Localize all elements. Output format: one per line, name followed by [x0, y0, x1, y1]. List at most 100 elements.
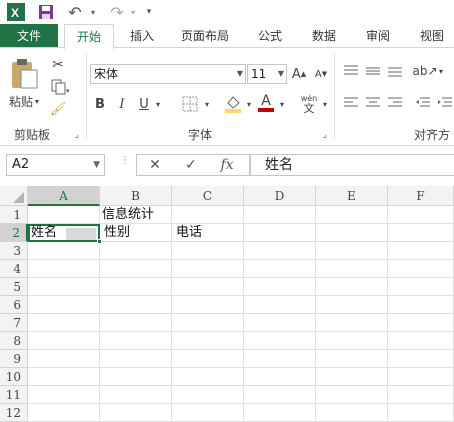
grid-cell[interactable]: [244, 332, 316, 350]
fill-color-dropdown-icon[interactable]: ▾: [244, 94, 254, 114]
align-bottom-icon[interactable]: [386, 62, 404, 80]
name-box[interactable]: A2 ▼: [6, 154, 105, 176]
copy-icon[interactable]: ▾: [48, 78, 72, 96]
underline-button[interactable]: U: [136, 94, 152, 114]
font-color-dropdown-icon[interactable]: ▾: [277, 94, 287, 114]
cell-c2[interactable]: 电话: [174, 224, 244, 242]
grid-cell[interactable]: [172, 332, 244, 350]
align-top-icon[interactable]: [342, 62, 360, 80]
grid-cell[interactable]: [244, 368, 316, 386]
grid-cell[interactable]: [28, 386, 100, 404]
cell-b1[interactable]: 信息统计: [100, 206, 172, 224]
tab-review[interactable]: 审阅: [356, 24, 400, 48]
tab-view[interactable]: 视图: [410, 24, 454, 48]
column-header-b[interactable]: B: [100, 186, 172, 206]
grid-cell[interactable]: [28, 278, 100, 296]
row-header-4[interactable]: 4: [0, 260, 28, 278]
phonetic-button[interactable]: wén 文: [298, 92, 320, 116]
grid-cell[interactable]: [28, 296, 100, 314]
grid-cell[interactable]: [172, 242, 244, 260]
italic-button[interactable]: I: [114, 94, 130, 114]
grid-cell[interactable]: [244, 224, 316, 242]
redo-dropdown-icon[interactable]: ▾: [128, 2, 138, 22]
grid-cell[interactable]: [28, 260, 100, 278]
grid-cell[interactable]: [28, 206, 100, 224]
increase-indent-icon[interactable]: [436, 94, 454, 112]
grid-cell[interactable]: [388, 278, 454, 296]
font-size-combo[interactable]: 11 ▼: [247, 64, 287, 84]
grid-cell[interactable]: [172, 386, 244, 404]
row-header-11[interactable]: 11: [0, 386, 28, 404]
grid-cell[interactable]: [244, 350, 316, 368]
grid-cell[interactable]: [100, 242, 172, 260]
grid-cell[interactable]: [244, 404, 316, 422]
grid-cell[interactable]: [388, 224, 454, 242]
grid-cell[interactable]: [244, 260, 316, 278]
grid-cell[interactable]: [172, 260, 244, 278]
font-launcher-icon[interactable]: ⌟: [320, 128, 330, 140]
row-header-7[interactable]: 7: [0, 314, 28, 332]
grid-cell[interactable]: [244, 242, 316, 260]
paste-button[interactable]: 粘贴 ▾: [4, 92, 44, 110]
grid-cell[interactable]: [28, 332, 100, 350]
grid-cell[interactable]: [316, 332, 388, 350]
splitter-icon[interactable]: ⋮: [120, 156, 130, 172]
tab-home[interactable]: 开始: [64, 24, 114, 49]
grid-cell[interactable]: [316, 242, 388, 260]
tab-file[interactable]: 文件: [0, 24, 58, 48]
insert-function-icon[interactable]: fx: [212, 154, 242, 176]
clipboard-icon[interactable]: [6, 56, 42, 92]
grid-cell[interactable]: [172, 278, 244, 296]
grid-cell[interactable]: [172, 314, 244, 332]
column-header-d[interactable]: D: [244, 186, 316, 206]
tab-formulas[interactable]: 公式: [248, 24, 292, 48]
grid-cell[interactable]: [388, 332, 454, 350]
row-header-3[interactable]: 3: [0, 242, 28, 260]
bold-button[interactable]: B: [92, 94, 108, 114]
row-header-8[interactable]: 8: [0, 332, 28, 350]
cancel-icon[interactable]: ✕: [140, 154, 170, 176]
shrink-font-button[interactable]: A ▼: [312, 64, 330, 84]
border-icon[interactable]: [178, 94, 202, 114]
grid-cell[interactable]: [316, 314, 388, 332]
align-left-icon[interactable]: [342, 94, 360, 112]
format-painter-icon[interactable]: 🖌: [48, 100, 68, 118]
grid-cell[interactable]: [316, 296, 388, 314]
grow-font-button[interactable]: A ▲: [290, 64, 308, 84]
tab-data[interactable]: 数据: [302, 24, 346, 48]
align-right-icon[interactable]: [386, 94, 404, 112]
save-icon[interactable]: [36, 2, 56, 22]
formula-input[interactable]: 姓名: [250, 154, 454, 176]
cut-icon[interactable]: ✂: [48, 56, 68, 74]
grid-cell[interactable]: [172, 404, 244, 422]
grid-cell[interactable]: [100, 314, 172, 332]
grid-cell[interactable]: [388, 242, 454, 260]
column-header-a[interactable]: A: [28, 186, 100, 206]
grid-cell[interactable]: [316, 278, 388, 296]
row-header-5[interactable]: 5: [0, 278, 28, 296]
grid-cell[interactable]: [100, 386, 172, 404]
grid-cell[interactable]: [388, 314, 454, 332]
grid-cell[interactable]: [316, 386, 388, 404]
row-header-10[interactable]: 10: [0, 368, 28, 386]
grid-cell[interactable]: [172, 206, 244, 224]
grid-cell[interactable]: [244, 278, 316, 296]
tab-insert[interactable]: 插入: [120, 24, 164, 48]
grid-cell[interactable]: [100, 350, 172, 368]
grid-cell[interactable]: [244, 296, 316, 314]
grid-cell[interactable]: [172, 368, 244, 386]
customize-icon[interactable]: ▾: [142, 2, 156, 22]
grid-cell[interactable]: [28, 368, 100, 386]
clipboard-launcher-icon[interactable]: ⌟: [72, 128, 82, 140]
grid-cell[interactable]: [388, 350, 454, 368]
underline-dropdown-icon[interactable]: ▾: [153, 94, 163, 114]
cell-a2-selected[interactable]: 姓名: [28, 224, 100, 242]
grid-cell[interactable]: [100, 278, 172, 296]
align-center-icon[interactable]: [364, 94, 382, 112]
redo-icon[interactable]: ↷: [106, 2, 128, 22]
grid-cell[interactable]: [316, 260, 388, 278]
orientation-dropdown-icon[interactable]: ▾: [436, 62, 446, 80]
select-all-corner[interactable]: [0, 186, 28, 206]
row-header-6[interactable]: 6: [0, 296, 28, 314]
tab-page-layout[interactable]: 页面布局: [172, 24, 238, 48]
